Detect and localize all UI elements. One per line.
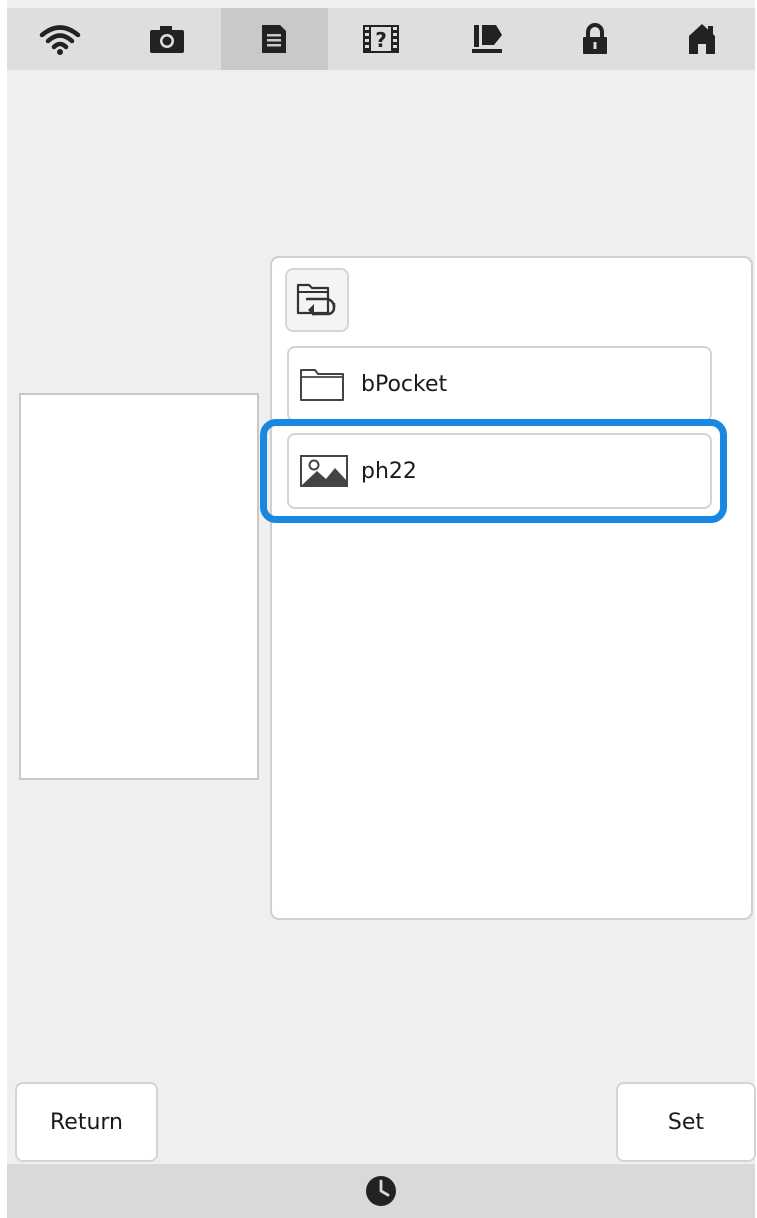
parent-folder-button[interactable] bbox=[285, 268, 349, 332]
file-item-ph22[interactable]: ph22 bbox=[287, 433, 712, 509]
image-icon bbox=[299, 453, 351, 489]
svg-text:?: ? bbox=[375, 28, 387, 52]
wifi-button[interactable] bbox=[7, 8, 114, 70]
help-button[interactable]: ? bbox=[328, 8, 435, 70]
document-button[interactable] bbox=[220, 8, 328, 70]
folder-icon bbox=[299, 366, 351, 402]
home-icon bbox=[688, 24, 715, 54]
file-item-label: ph22 bbox=[361, 458, 417, 484]
top-toolbar: ? bbox=[7, 8, 755, 70]
lock-icon bbox=[582, 23, 607, 54]
return-button[interactable]: Return bbox=[15, 1082, 158, 1162]
clock-icon[interactable] bbox=[364, 1174, 398, 1208]
file-item-label: bPocket bbox=[361, 371, 448, 397]
screen: ? bPocket ph22 Return Set bbox=[7, 0, 756, 1218]
set-button[interactable]: Set bbox=[616, 1082, 756, 1162]
presser-foot-icon bbox=[471, 25, 502, 53]
wifi-icon bbox=[40, 25, 81, 55]
camera-icon bbox=[150, 26, 185, 53]
document-icon bbox=[262, 25, 287, 53]
lock-button[interactable] bbox=[541, 8, 648, 70]
help-film-icon: ? bbox=[363, 25, 399, 53]
home-button[interactable] bbox=[648, 8, 755, 70]
camera-button[interactable] bbox=[114, 8, 221, 70]
image-preview bbox=[19, 393, 259, 780]
status-bar bbox=[7, 1164, 755, 1218]
presser-foot-button[interactable] bbox=[434, 8, 541, 70]
folder-back-icon bbox=[296, 283, 336, 316]
file-item-bpocket[interactable]: bPocket bbox=[287, 346, 712, 422]
